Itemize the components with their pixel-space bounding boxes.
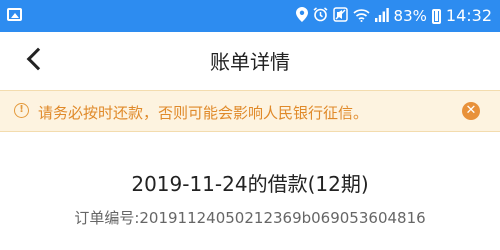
repayment-notice-banner: ! 请务必按时还款，否则可能会影响人民银行征信。 ✕ (0, 90, 500, 132)
gallery-notification-icon (7, 8, 22, 21)
page-title: 账单详情 (210, 50, 290, 74)
status-bar: 83% 14:32 (0, 0, 500, 32)
loan-title: 2019-11-24的借款(12期) (131, 172, 369, 196)
battery-percent: 83% (393, 6, 427, 25)
location-icon (295, 7, 308, 25)
order-number-line: 订单编号:20191124050212369b069053604816 (0, 207, 500, 228)
nav-bar: 账单详情 (0, 32, 500, 86)
order-number-value: 20191124050212369b069053604816 (139, 209, 426, 227)
battery-icon (431, 8, 441, 24)
clock-time: 14:32 (445, 6, 492, 25)
info-icon: ! (14, 103, 29, 118)
close-icon[interactable]: ✕ (462, 102, 480, 120)
signal-icon (374, 7, 389, 25)
notice-text: 请务必按时还款，否则可能会影响人民银行征信。 (38, 104, 369, 122)
order-number-label: 订单编号: (74, 209, 140, 227)
wifi-icon (352, 8, 370, 25)
mute-icon (332, 7, 348, 25)
alarm-icon (313, 7, 328, 25)
status-indicators: 83% 14:32 (295, 0, 492, 32)
